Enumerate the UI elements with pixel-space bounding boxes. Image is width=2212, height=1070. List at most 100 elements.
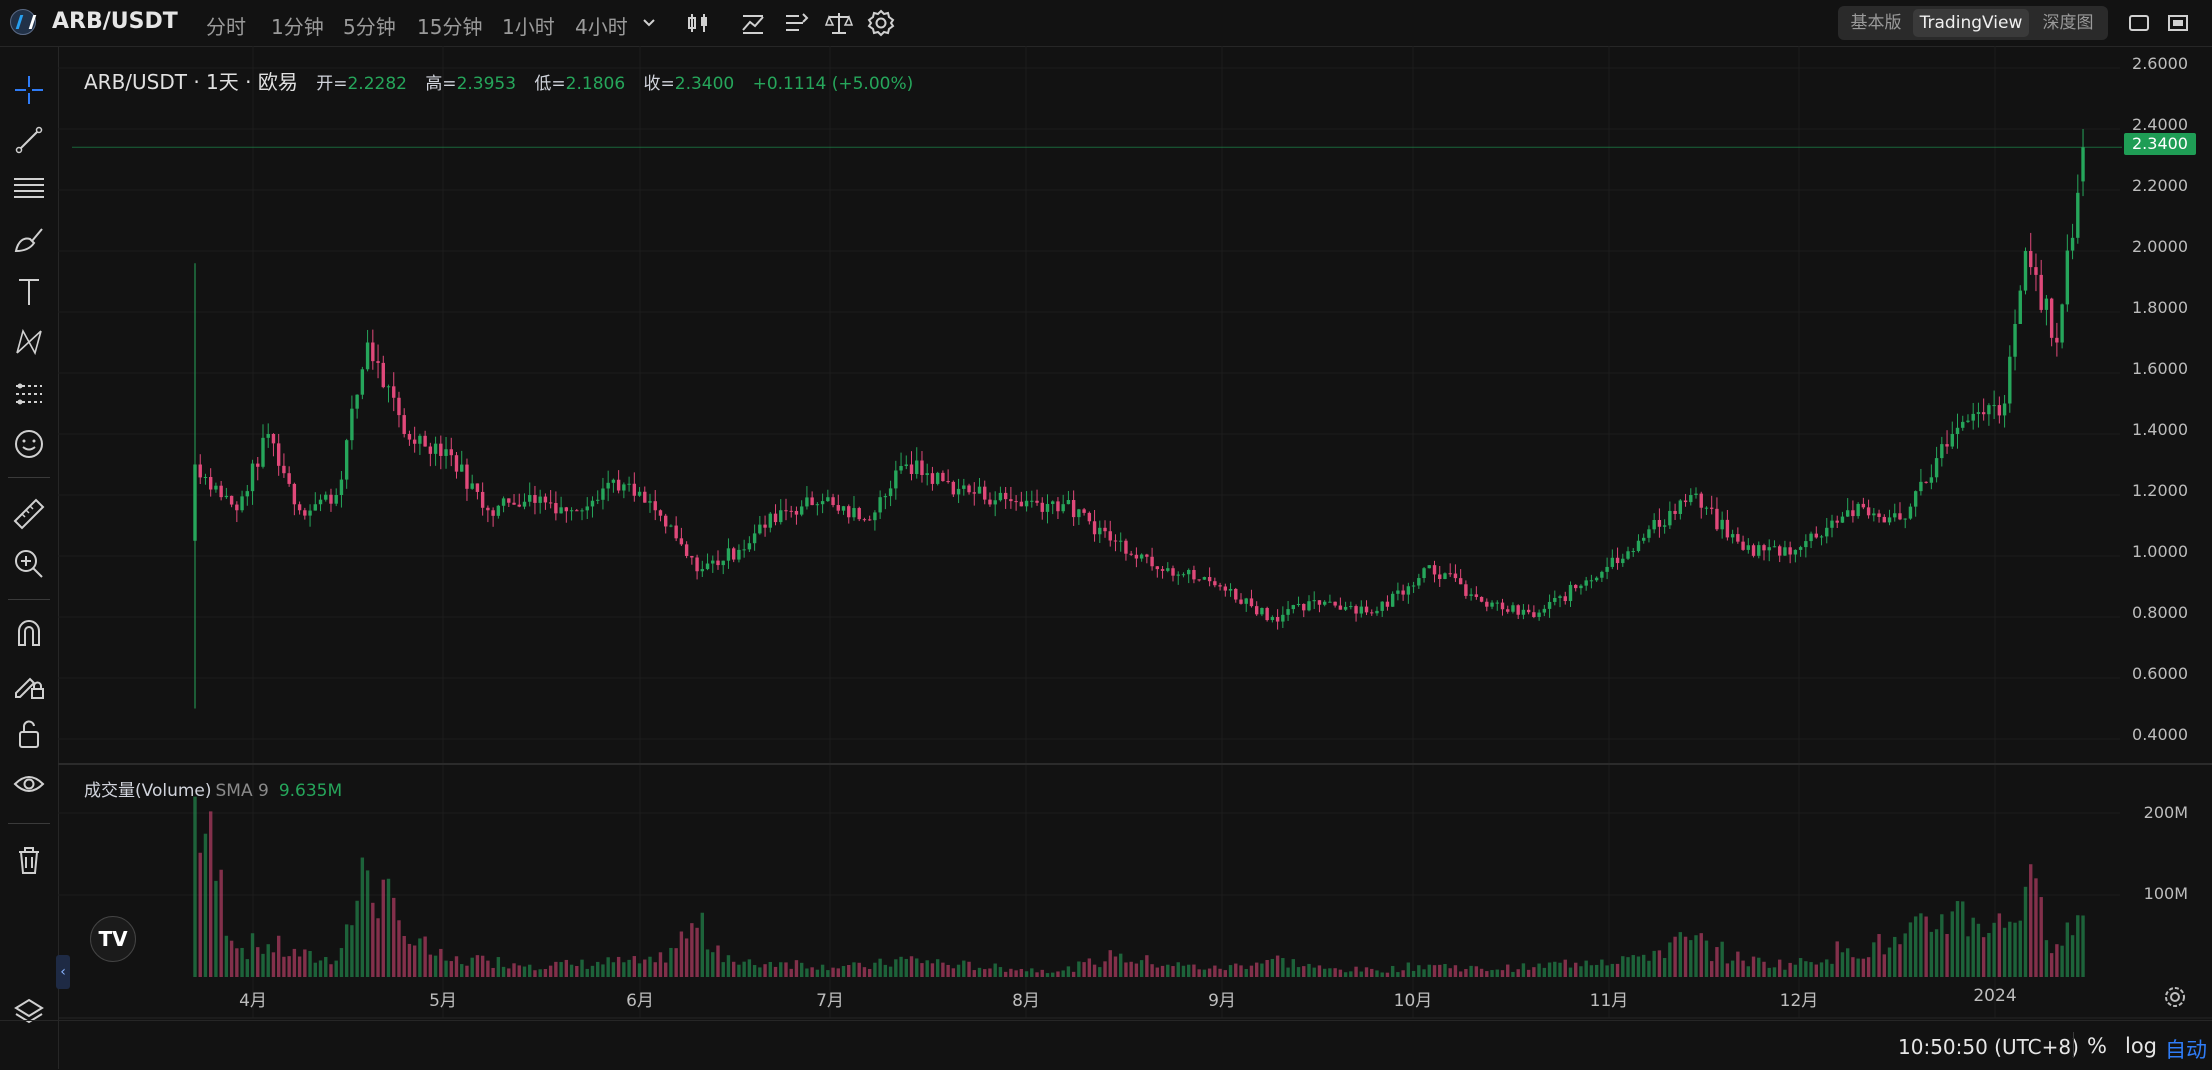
candle-body	[2013, 323, 2017, 357]
candle-body	[339, 479, 344, 495]
volume-bar	[1908, 922, 1913, 977]
volume-bar	[1830, 963, 1834, 977]
volume-bar	[1992, 922, 1996, 977]
price-chart[interactable]	[0, 0, 2212, 1069]
bottom-divider	[2073, 1032, 2074, 1058]
volume-bar	[386, 878, 391, 977]
volume-bar	[622, 962, 626, 977]
chart-title[interactable]: ARB/USDT · 1天 · 欧易	[84, 70, 298, 94]
volume-bar	[193, 796, 197, 977]
candle-body	[1244, 598, 1248, 604]
time-tick: 2024	[1973, 986, 2017, 1006]
tradingview-logo-icon[interactable]: TV	[90, 916, 136, 962]
volume-bar	[1861, 958, 1866, 977]
volume-legend[interactable]: 成交量(Volume) SMA 9 9.635M	[84, 776, 342, 801]
candle-body	[951, 481, 956, 495]
candle-body	[229, 495, 234, 505]
candles	[193, 129, 2085, 709]
candle-body	[1845, 510, 1850, 517]
candle-body	[993, 500, 997, 505]
volume-bar	[1071, 971, 1076, 977]
volume-bar	[2076, 915, 2080, 977]
auto-scale-toggle[interactable]: 自动	[2165, 1034, 2207, 1064]
volume-bar	[1479, 968, 1484, 977]
price-tick: 1.0000	[2132, 542, 2188, 561]
volume-bar	[1035, 972, 1039, 977]
log-scale-toggle[interactable]: log	[2125, 1034, 2157, 1058]
volume-bar	[585, 968, 589, 977]
volume-bar	[1568, 967, 1573, 977]
volume-bar	[1307, 963, 1311, 977]
volume-bar	[941, 962, 945, 977]
volume-bar	[1464, 969, 1468, 977]
candle-body	[423, 435, 427, 447]
candle-body	[2060, 304, 2064, 343]
volume-bar	[1924, 916, 1928, 977]
volume-bar	[1762, 961, 1766, 977]
volume-bar	[632, 956, 637, 977]
volume-bar	[1485, 971, 1489, 977]
volume-bar	[1124, 962, 1128, 977]
candle-body	[1087, 512, 1092, 522]
candle-body	[1882, 516, 1886, 523]
candle-body	[852, 508, 856, 518]
price-tick: 1.8000	[2132, 298, 2188, 317]
timezone-clock[interactable]: 10:50:50 (UTC+8)	[1898, 1035, 2079, 1059]
candle-body	[836, 505, 840, 511]
candle-body	[496, 505, 501, 516]
candle-body	[491, 510, 495, 516]
volume-bar	[1401, 970, 1405, 977]
volume-bar	[643, 959, 647, 977]
volume-bar	[1642, 954, 1646, 977]
volume-bar	[873, 962, 877, 977]
volume-bar	[1160, 965, 1165, 977]
price-tick: 2.4000	[2132, 115, 2188, 134]
volume-bar	[208, 811, 213, 977]
candle-body	[1249, 598, 1254, 607]
candle-body	[292, 483, 297, 505]
candle-body	[716, 560, 720, 566]
candle-body	[1464, 584, 1468, 596]
volume-bar	[397, 920, 401, 977]
candle-body	[1704, 507, 1709, 509]
volume-bar	[998, 967, 1003, 977]
candle-body	[799, 506, 804, 515]
candle-body	[1605, 566, 1609, 572]
candle-body	[1307, 601, 1311, 611]
candle-body	[1166, 568, 1170, 571]
candle-body	[1071, 500, 1076, 518]
candle-body	[1694, 493, 1698, 495]
candle-body	[1239, 599, 1243, 604]
candle-body	[1584, 580, 1588, 586]
volume-bar	[1171, 966, 1175, 977]
collapse-toolbar-icon[interactable]: ‹	[56, 955, 70, 989]
candle-body	[1145, 554, 1149, 557]
volume-bar	[1500, 970, 1505, 977]
volume-bar	[726, 955, 731, 977]
volume-bar	[1563, 959, 1567, 977]
volume-bar	[1913, 916, 1918, 977]
candle-body	[266, 434, 270, 438]
volume-bar	[224, 935, 229, 977]
volume-bar	[794, 960, 799, 977]
axis-settings-icon[interactable]	[2163, 985, 2187, 1009]
volume-bar	[977, 967, 982, 977]
candle-body	[276, 443, 281, 466]
candle-body	[575, 510, 579, 512]
volume-bar	[904, 958, 908, 977]
volume-bar	[930, 963, 935, 977]
volume-bar	[1652, 950, 1656, 977]
volume-bar	[575, 965, 579, 977]
volume-bar	[1030, 968, 1034, 977]
candle-body	[1375, 610, 1379, 614]
volume-bar	[1804, 961, 1808, 977]
candle-body	[1119, 540, 1123, 542]
candle-body	[935, 472, 940, 484]
candle-body	[261, 437, 265, 467]
candle-body	[847, 506, 851, 518]
volume-bar	[1453, 965, 1458, 977]
percent-scale-toggle[interactable]: %	[2087, 1034, 2107, 1058]
volume-bar	[512, 963, 516, 977]
candle-body	[674, 525, 678, 539]
volume-bar	[1741, 960, 1745, 977]
